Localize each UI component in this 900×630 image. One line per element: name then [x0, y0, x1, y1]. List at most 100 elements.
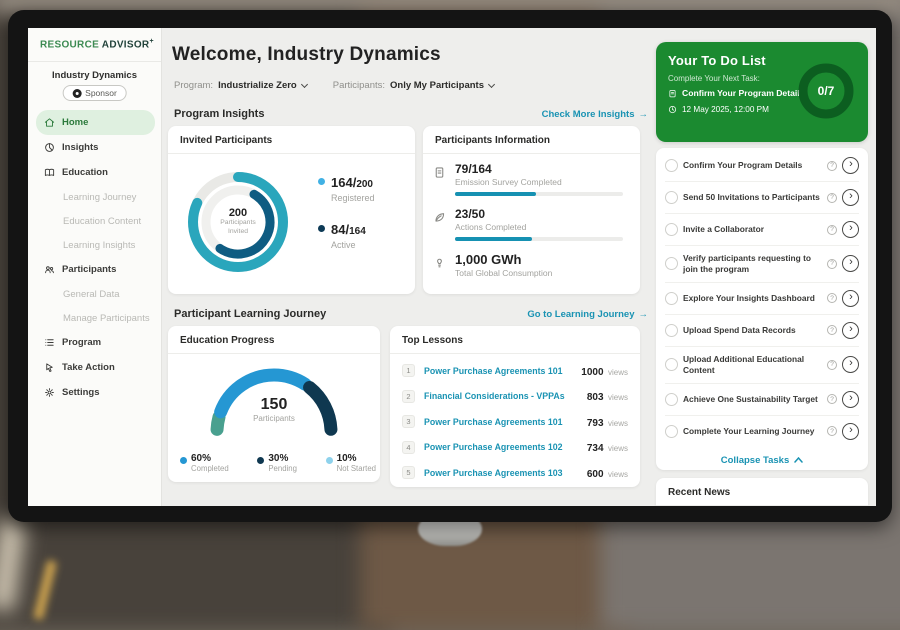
todo-task[interactable]: Send 50 Invitations to Participants ? › [665, 182, 859, 214]
sponsor-icon [72, 89, 81, 98]
sidebar-item-participants[interactable]: Participants [36, 257, 155, 282]
sidebar-item-education[interactable]: Education [36, 160, 155, 185]
donut-center: 200 Participants Invited [182, 166, 294, 278]
app-window: RESOURCE ADVISOR+ Industry Dynamics Spon… [28, 28, 876, 506]
sidebar-item-learning-journey[interactable]: Learning Journey [36, 185, 155, 209]
help-icon[interactable]: ? [827, 426, 837, 436]
task-checkbox[interactable] [665, 191, 678, 204]
todo-task[interactable]: Upload Additional Educational Content ? … [665, 347, 859, 384]
task-checkbox[interactable] [665, 223, 678, 236]
sidebar-item-home[interactable]: Home [36, 110, 155, 135]
go-to-learning-journey-link[interactable]: Go to Learning Journey → [527, 309, 648, 320]
arrow-right-icon: → [639, 109, 649, 120]
task-checkbox[interactable] [665, 393, 678, 406]
lesson-rank: 5 [402, 466, 415, 479]
lesson-row: 5 Power Purchase Agreements 103 600 view… [402, 460, 628, 486]
sidebar-item-general-data[interactable]: General Data [36, 282, 155, 306]
task-open-button[interactable]: › [842, 356, 859, 373]
metric-consumption: 1,000 GWh Total Global Consumption [433, 252, 628, 278]
task-checkbox[interactable] [665, 324, 678, 337]
legend-dot [326, 457, 333, 464]
legend-pending: 30%Pending [257, 453, 297, 473]
book-icon [44, 167, 55, 178]
todo-due-date: 12 May 2025, 12:00 PM [668, 105, 769, 114]
lesson-row: 4 Power Purchase Agreements 102 734 view… [402, 435, 628, 461]
home-icon [44, 117, 55, 128]
sidebar-item-program[interactable]: Program [36, 330, 155, 355]
sidebar-item-take-action[interactable]: Take Action [36, 355, 155, 380]
monitor-bezel: RESOURCE ADVISOR+ Industry Dynamics Spon… [8, 10, 892, 522]
brand-logo: RESOURCE ADVISOR+ [40, 38, 154, 50]
help-icon[interactable]: ? [827, 161, 837, 171]
lesson-views: 793 views [587, 413, 628, 431]
todo-next-task: Confirm Your Program Details [668, 88, 804, 98]
help-icon[interactable]: ? [827, 193, 837, 203]
recent-news-card: Recent News [656, 478, 868, 506]
todo-task[interactable]: Upload Spend Data Records ? › [665, 315, 859, 347]
sidebar-item-learning-insights[interactable]: Learning Insights [36, 233, 155, 257]
participants-selector[interactable]: Participants: Only My Participants [333, 80, 494, 91]
clock-icon [668, 105, 677, 114]
task-open-button[interactable]: › [842, 157, 859, 174]
sidebar-item-insights[interactable]: Insights [36, 135, 155, 160]
task-checkbox[interactable] [665, 358, 678, 371]
todo-task[interactable]: Invite a Collaborator ? › [665, 214, 859, 246]
lightbulb-icon [433, 256, 446, 269]
filter-row: Program: Industrialize Zero Participants… [174, 80, 494, 91]
todo-task[interactable]: Confirm Your Program Details ? › [665, 150, 859, 182]
lesson-link[interactable]: Power Purchase Agreements 101 [424, 366, 572, 376]
help-icon[interactable]: ? [827, 259, 837, 269]
lesson-link[interactable]: Power Purchase Agreements 102 [424, 442, 578, 452]
todo-task[interactable]: Verify participants requesting to join t… [665, 246, 859, 283]
cursor-icon [44, 362, 55, 373]
progress-fill [455, 237, 532, 241]
help-icon[interactable]: ? [827, 225, 837, 235]
sidebar-item-education-content[interactable]: Education Content [36, 209, 155, 233]
page-title: Welcome, Industry Dynamics [172, 44, 441, 66]
main-content: Welcome, Industry Dynamics Program: Indu… [162, 28, 656, 506]
gauge-legend: 60%Completed 30%Pending 10%Not Started [180, 453, 376, 473]
help-icon[interactable]: ? [827, 394, 837, 404]
task-open-button[interactable]: › [842, 423, 859, 440]
todo-task[interactable]: Complete Your Learning Journey ? › [665, 416, 859, 447]
card-title: Education Progress [168, 326, 380, 354]
list-icon [44, 337, 55, 348]
todo-task[interactable]: Explore Your Insights Dashboard ? › [665, 283, 859, 315]
sidebar-item-manage-participants[interactable]: Manage Participants [36, 306, 155, 330]
progress-track [455, 237, 623, 241]
task-open-button[interactable]: › [842, 189, 859, 206]
task-checkbox[interactable] [665, 257, 678, 270]
lesson-link[interactable]: Power Purchase Agreements 103 [424, 468, 578, 478]
lesson-link[interactable]: Financial Considerations - VPPAs [424, 391, 578, 401]
sidebar: RESOURCE ADVISOR+ Industry Dynamics Spon… [28, 28, 162, 506]
legend-dot [257, 457, 264, 464]
todo-summary-card: Your To Do List Complete Your Next Task:… [656, 42, 868, 142]
task-open-button[interactable]: › [842, 391, 859, 408]
lesson-link[interactable]: Power Purchase Agreements 101 [424, 417, 578, 427]
program-selector[interactable]: Program: Industrialize Zero [174, 80, 307, 91]
survey-icon [433, 166, 446, 179]
task-checkbox[interactable] [665, 425, 678, 438]
task-open-button[interactable]: › [842, 322, 859, 339]
help-icon[interactable]: ? [827, 325, 837, 335]
legend-registered: 164/200 Registered [318, 174, 375, 203]
lesson-rank: 3 [402, 415, 415, 428]
collapse-tasks-link[interactable]: Collapse Tasks [665, 447, 859, 472]
card-title: Invited Participants [168, 126, 415, 154]
task-checkbox[interactable] [665, 292, 678, 305]
sponsor-label: Sponsor [85, 88, 117, 98]
lesson-row: 2 Financial Considerations - VPPAs 803 v… [402, 384, 628, 410]
legend-not-started: 10%Not Started [326, 453, 376, 473]
task-open-button[interactable]: › [842, 290, 859, 307]
check-more-insights-link[interactable]: Check More Insights → [542, 109, 648, 120]
metric-emission-survey: 79/164 Emission Survey Completed [433, 162, 628, 196]
help-icon[interactable]: ? [827, 360, 837, 370]
help-icon[interactable]: ? [827, 293, 837, 303]
task-checkbox[interactable] [665, 159, 678, 172]
task-open-button[interactable]: › [842, 221, 859, 238]
lesson-rank: 2 [402, 390, 415, 403]
participants-information-card: Participants Information 79/164 Emission… [423, 126, 640, 294]
task-open-button[interactable]: › [842, 255, 859, 272]
todo-task[interactable]: Achieve One Sustainability Target ? › [665, 384, 859, 416]
sidebar-item-settings[interactable]: Settings [36, 380, 155, 405]
